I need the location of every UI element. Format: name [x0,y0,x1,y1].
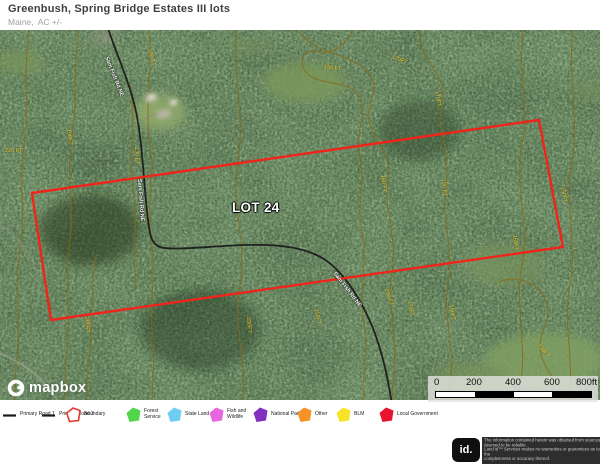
polygon-swatch-icon [126,407,141,422]
polygon-swatch-icon [379,407,394,422]
polygon-swatch-icon [209,407,224,422]
scale-tick: 200 [466,377,482,388]
legend-label: BLM [354,411,365,418]
header: Greenbush, Spring Bridge Estates III lot… [0,0,600,30]
legend-item-blm: BLM [336,404,364,426]
mapbox-attribution[interactable]: mapbox [7,378,86,398]
disclaimer: The information contained herein was obt… [482,437,600,464]
legend-item-state-land: State Land [167,404,209,426]
disclaimer-line: completeness or accuracy thereof. [484,457,551,462]
map-canvas[interactable]: LOT 24 Sam Fish Rd NE Sam Fish Rd NE Sam… [0,30,600,400]
legend-label: Other [315,411,328,418]
legend-item-other: Other [297,404,328,426]
polygon-swatch-icon [253,407,268,422]
polygon-swatch-icon [167,407,182,422]
line-swatch-icon [3,413,16,417]
disclaimer-line: The information contained herein was obt… [484,438,600,443]
aerial-imagery [0,30,600,400]
polygon-swatch-icon [336,407,351,422]
legend-label: Boundary [84,411,106,418]
legend-item-fish-and-wildlife: Fish and Wildlife [209,404,257,426]
legend-item-boundary: Boundary [66,404,105,426]
legend-item-local-government: Local Government [379,404,439,426]
mapbox-wordmark: mapbox [29,380,87,396]
disclaimer-line: Land id™ Services makes no warranties or… [484,447,600,458]
page-subtitle: Maine, AC +/- [8,17,63,27]
line-swatch-icon [42,413,55,417]
scale-bar-segments [435,391,592,398]
scale-bar: 0 200 400 600 800ft [428,376,598,402]
scale-tick: 600 [544,377,560,388]
legend-item-forest-service: Forest Service [126,404,170,426]
scale-tick: 400 [505,377,521,388]
scale-tick: 0 [434,377,440,388]
boundary-swatch-icon [66,407,81,423]
land-id-logo: id. [452,438,480,462]
polygon-swatch-icon [297,407,312,422]
legend-label: State Land [185,411,210,418]
legend-item-national-park: National Park [253,404,301,426]
map-export-window: Greenbush, Spring Bridge Estates III lot… [0,0,600,464]
page-title: Greenbush, Spring Bridge Estates III lot… [8,3,231,15]
scale-tick: 800ft [576,377,598,388]
mapbox-icon [7,379,25,397]
legend-label: Local Government [397,411,438,418]
